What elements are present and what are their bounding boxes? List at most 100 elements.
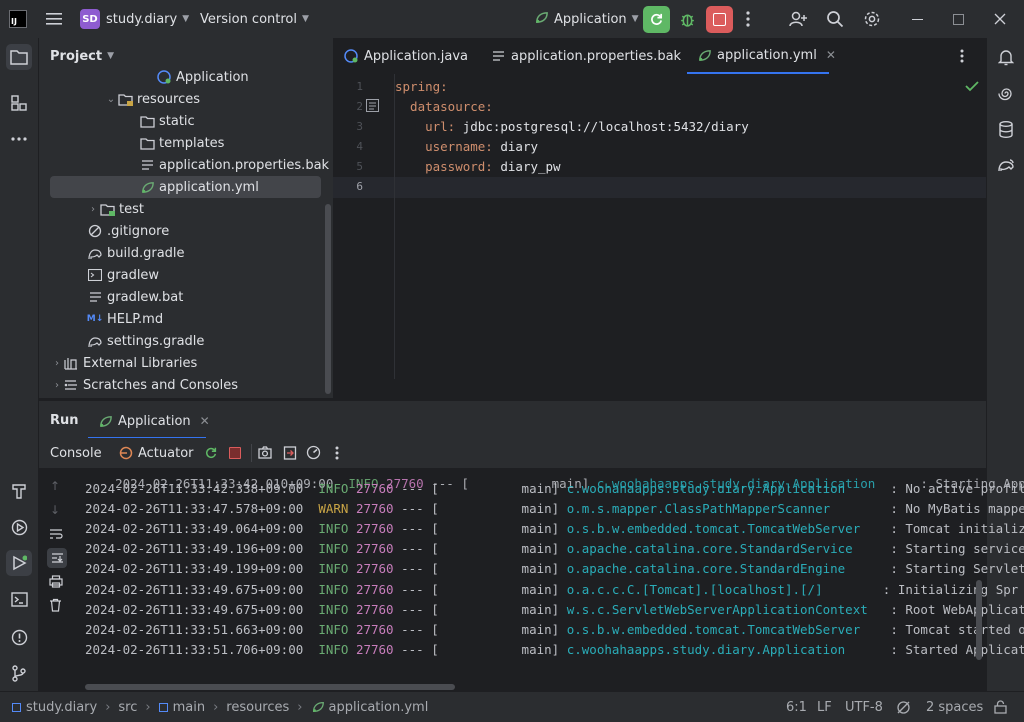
run-tool-icon[interactable]: [6, 550, 32, 576]
breadcrumb-item[interactable]: application.yml: [329, 700, 429, 715]
tree-item-application-properties-bak[interactable]: application.properties.bak: [39, 154, 333, 176]
code-line: password: diary_pw: [395, 159, 561, 174]
indent-setting[interactable]: 2 spaces: [926, 692, 983, 722]
log-level: INFO: [318, 481, 349, 496]
breadcrumb-item[interactable]: src: [118, 700, 137, 715]
tree-item-resources[interactable]: ⌄ resources: [39, 88, 333, 110]
close-tab-icon[interactable]: ✕: [200, 414, 210, 428]
caret-position[interactable]: 6:1: [786, 692, 807, 722]
spring-class-icon: [156, 70, 172, 84]
run-config-selector[interactable]: Application ▼: [534, 0, 639, 38]
log-timestamp: 2024-02-26T11:33:49.675+09:00: [85, 601, 304, 617]
terminal-icon[interactable]: [6, 586, 32, 612]
close-icon[interactable]: [994, 0, 1006, 38]
tab-options-icon[interactable]: [960, 38, 964, 74]
console-vertical-scrollbar[interactable]: [976, 580, 982, 660]
tree-item-gitignore[interactable]: .gitignore: [39, 220, 333, 242]
log-level: INFO: [318, 641, 349, 657]
gradle-tool-icon[interactable]: [993, 152, 1019, 178]
tree-item-application-class[interactable]: Application: [39, 66, 333, 88]
tree-item-external-libraries[interactable]: › External Libraries: [39, 352, 333, 374]
settings-gear-icon[interactable]: [863, 0, 881, 38]
tree-item-application-yml[interactable]: application.yml: [50, 176, 321, 198]
project-tool-icon[interactable]: [6, 44, 32, 70]
code-line: datasource:: [395, 99, 493, 114]
maximize-icon[interactable]: [953, 0, 964, 38]
run-panel-title: Run: [50, 412, 79, 428]
clear-trash-icon[interactable]: [49, 598, 62, 616]
chevron-right-icon: ›: [145, 699, 151, 715]
soft-wrap-icon[interactable]: [49, 528, 63, 544]
notifications-bell-icon[interactable]: [993, 44, 1019, 70]
tree-item-help-md[interactable]: M↓ HELP.md: [39, 308, 333, 330]
scroll-to-end-icon[interactable]: [47, 548, 67, 568]
add-user-icon[interactable]: [789, 0, 807, 38]
scroll-up-icon[interactable]: ↑: [50, 479, 60, 493]
database-icon[interactable]: [993, 116, 1019, 142]
run-tab-application[interactable]: Application ✕: [88, 405, 210, 439]
log-separator: --- [: [401, 481, 439, 496]
chevron-down-icon: ▼: [107, 51, 114, 61]
log-pid: 27760: [355, 561, 394, 577]
more-tools-icon[interactable]: [6, 126, 32, 152]
breadcrumb-item[interactable]: study.diary: [26, 700, 97, 715]
log-pid: 27760: [355, 481, 394, 496]
tab-application-properties-bak[interactable]: application.properties.bak: [492, 38, 681, 74]
more-actions-icon[interactable]: [746, 0, 750, 38]
tree-item-gradlew-bat[interactable]: gradlew.bat: [39, 286, 333, 308]
services-icon[interactable]: [6, 514, 32, 540]
read-only-lock-icon[interactable]: [994, 692, 1007, 722]
app-logo-icon[interactable]: IJ: [9, 0, 27, 38]
log-level: INFO: [318, 581, 349, 597]
ai-assistant-spiral-icon[interactable]: [993, 80, 1019, 106]
log-message: : No active profil: [882, 481, 1024, 496]
breadcrumb-item[interactable]: main: [173, 700, 205, 715]
log-thread: main]: [438, 621, 560, 637]
tree-item-settings-gradle[interactable]: settings.gradle: [39, 330, 333, 352]
structure-tool-icon[interactable]: [6, 90, 32, 116]
debug-icon[interactable]: [679, 0, 696, 38]
scroll-down-icon[interactable]: ↓: [50, 503, 60, 517]
tab-application-yml[interactable]: application.yml ✕: [687, 38, 836, 74]
line-separator[interactable]: LF: [817, 692, 832, 722]
file-encoding[interactable]: UTF-8: [845, 692, 883, 722]
code-editor[interactable]: 1 2 3 4 5 6 spring: datasource: url: jdb…: [333, 74, 986, 400]
stop-icon[interactable]: [229, 447, 241, 459]
console-horizontal-scrollbar[interactable]: [85, 684, 455, 690]
log-separator: --- [: [401, 581, 439, 597]
search-icon[interactable]: [826, 0, 844, 38]
tab-application-java[interactable]: Application.java: [344, 38, 468, 74]
text-file-icon: [492, 50, 505, 62]
project-selector[interactable]: SD study.diary ▼: [80, 0, 189, 38]
minimize-icon[interactable]: [912, 0, 923, 38]
inspection-off-icon[interactable]: [896, 692, 911, 722]
rerun-button[interactable]: [643, 0, 670, 38]
tree-item-scratches[interactable]: › Scratches and Consoles: [39, 374, 333, 396]
test-folder-icon: [99, 202, 115, 216]
main-menu-icon[interactable]: [46, 0, 62, 38]
tree-item-build-gradle[interactable]: build.gradle: [39, 242, 333, 264]
log-pid: 27760: [355, 541, 394, 557]
log-pid: 27760: [355, 581, 394, 597]
tree-item-templates[interactable]: templates: [39, 132, 333, 154]
breadcrumb-item[interactable]: resources: [226, 700, 289, 715]
no-problems-check-icon[interactable]: [965, 80, 979, 96]
tree-item-gradlew[interactable]: gradlew: [39, 264, 333, 286]
toolbar-separator: [251, 444, 252, 462]
library-icon: [63, 356, 79, 370]
close-tab-icon[interactable]: ✕: [826, 48, 836, 62]
vcs-selector[interactable]: Version control ▼: [200, 0, 309, 38]
git-icon[interactable]: [6, 660, 32, 686]
log-pid: 27760: [355, 501, 394, 517]
stop-button[interactable]: [706, 0, 733, 38]
problems-icon[interactable]: [6, 624, 32, 650]
datasource-gutter-icon[interactable]: [366, 99, 379, 116]
line-number: 3: [356, 120, 363, 133]
print-icon[interactable]: [49, 575, 63, 592]
tree-item-test[interactable]: › test: [39, 198, 333, 220]
console-output[interactable]: ↑ ↓ 2024-02-26T11:33:42.010+09:00 INFO 2…: [39, 468, 1024, 691]
project-scrollbar[interactable]: [325, 204, 331, 394]
build-hammer-icon[interactable]: [6, 478, 32, 504]
log-timestamp: 2024-02-26T11:33:47.578+09:00: [85, 501, 304, 517]
tree-item-static[interactable]: static: [39, 110, 333, 132]
